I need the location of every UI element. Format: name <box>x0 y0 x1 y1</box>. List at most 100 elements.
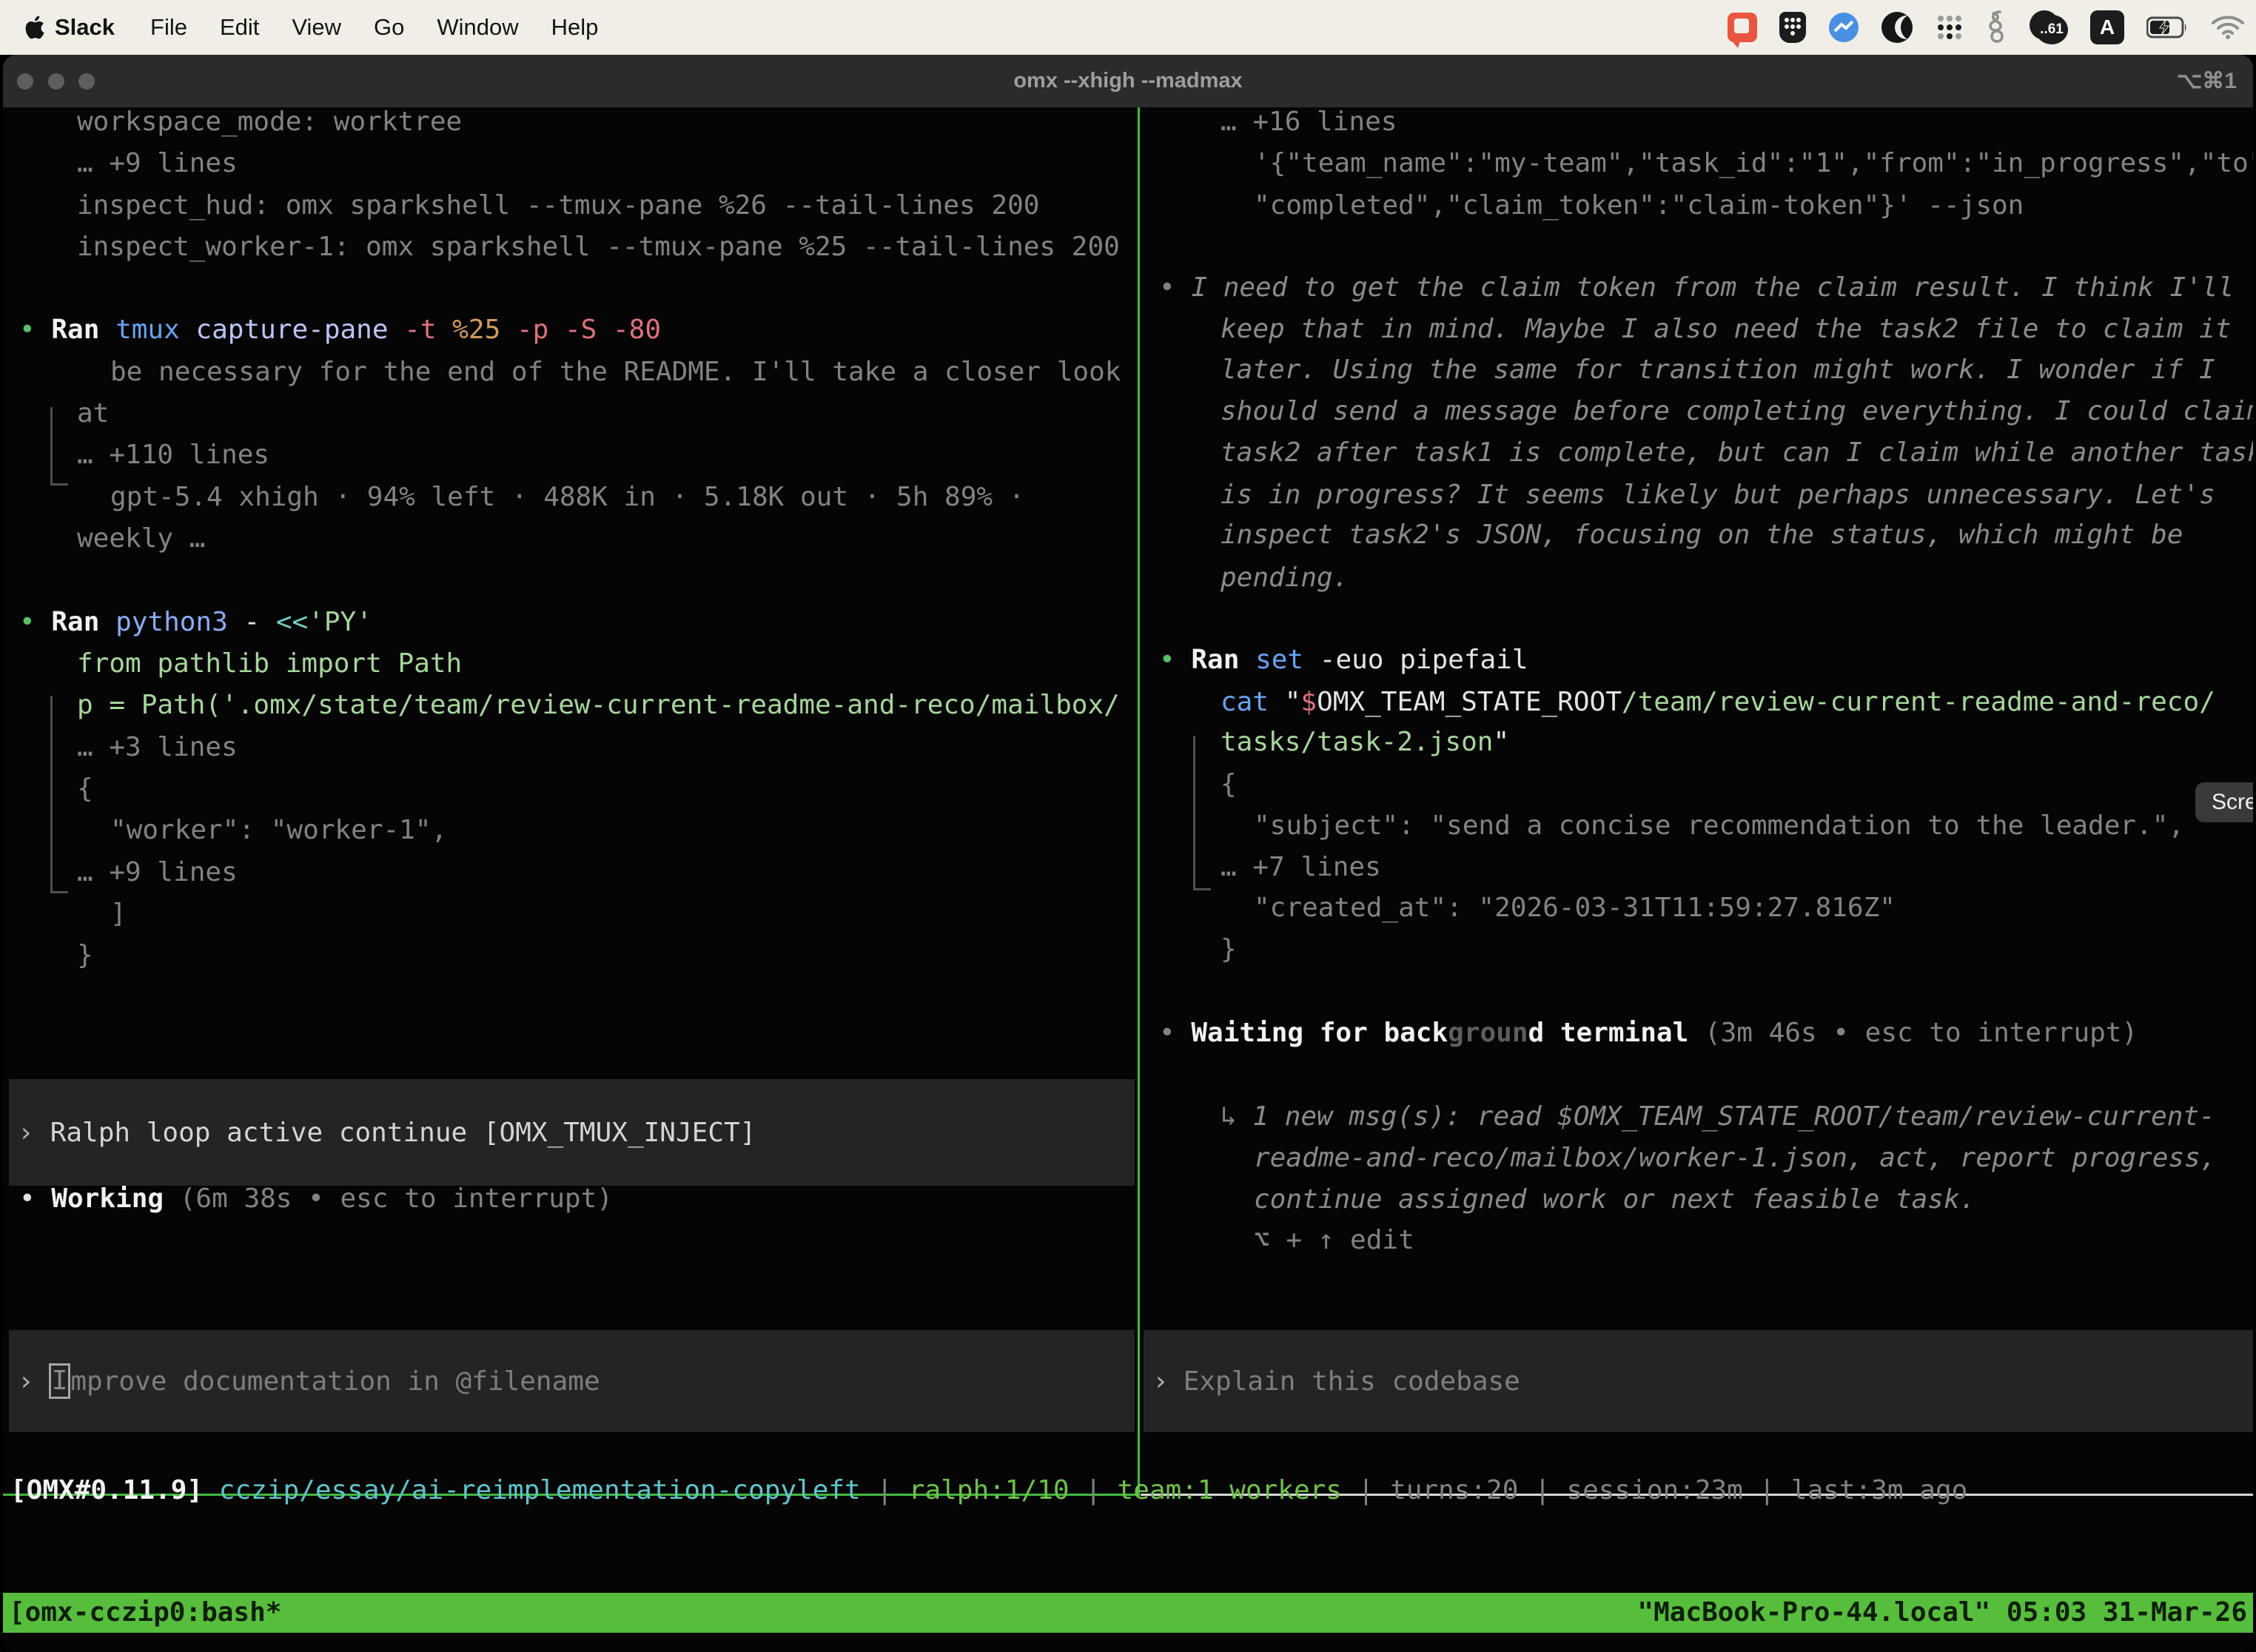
terminal-text-segment: readme-and-reco/mailbox/worker-1.json, a… <box>1254 1143 2216 1173</box>
menu-item-go[interactable]: Go <box>374 14 404 41</box>
terminal-text-segment: | <box>861 1475 909 1505</box>
terminal-content[interactable]: workspace_mode: worktree… +9 linesinspec… <box>3 107 2253 1652</box>
badge-61-icon[interactable]: ..61 <box>2030 10 2068 44</box>
badge-61-label: ..61 <box>2035 15 2068 44</box>
terminal-text-segment: • <box>19 1183 51 1214</box>
terminal-text-segment: /team/review-current-readme-and-reco/ <box>1622 687 2215 717</box>
battery-icon[interactable] <box>2146 16 2189 38</box>
window-titlebar[interactable]: omx --xhigh --madmax ⌥⌘1 <box>3 55 2253 107</box>
terminal-text-segment: | <box>1070 1475 1118 1505</box>
right-pane-input[interactable]: › Explain this codebase <box>1144 1330 2253 1432</box>
menu-item-edit[interactable]: Edit <box>220 14 259 41</box>
menu-item-slack[interactable]: Slack <box>55 14 115 41</box>
terminal-text-segment: "completed","claim_token":"claim-token"}… <box>1254 190 2024 221</box>
right-pane-line: continue assigned work or next feasible … <box>1254 1179 1975 1220</box>
terminal-text-segment: cat <box>1221 687 1285 717</box>
terminal-text-segment: from pathlib import Path <box>77 648 462 679</box>
ralph-loop-banner: › Ralph loop active continue [OMX_TMUX_I… <box>9 1079 1135 1186</box>
terminal-text-segment: [OMX#0.11.9] <box>10 1475 203 1505</box>
terminal-text-segment: d terminal <box>1528 1018 1689 1048</box>
menu-item-help[interactable]: Help <box>551 14 599 41</box>
menu-status-icons: ..61 A <box>1728 10 2244 44</box>
terminal-text-segment: Ran <box>51 315 115 345</box>
apple-logo-icon[interactable] <box>25 16 44 39</box>
shield-grid-icon[interactable] <box>1779 12 1806 43</box>
terminal-text-segment: Waiting for back <box>1191 1018 1448 1048</box>
left-pane-line: • Ran python3 - <<'PY' <box>19 602 372 643</box>
terminal-text-segment <box>203 1475 219 1505</box>
dark-crescent-icon[interactable] <box>1881 12 1913 43</box>
terminal-text-segment: python3 <box>115 607 244 637</box>
terminal-text-segment: " <box>1493 727 1509 757</box>
terminal-text-segment: "subject": "send a concise recommendatio… <box>1254 810 2184 841</box>
left-input-placeholder: mprove documentation in @filename <box>70 1366 600 1397</box>
terminal-text-segment: Ran <box>1191 645 1255 675</box>
output-connector <box>50 696 53 893</box>
terminal-text-segment: p = Path('.omx/state/team/review-current… <box>77 690 1120 720</box>
right-pane-line: "created_at": "2026-03-31T11:59:27.816Z" <box>1254 887 1896 929</box>
terminal-text-segment: inspect_hud: omx sparkshell --tmux-pane … <box>77 190 1039 221</box>
output-connector <box>50 483 68 486</box>
right-pane-line: cat "$OMX_TEAM_STATE_ROOT/team/review-cu… <box>1221 682 2215 723</box>
prompt-chevron: › <box>1152 1366 1169 1397</box>
squiggle-icon[interactable] <box>1987 10 2007 44</box>
terminal-text-segment: groun <box>1448 1018 1528 1048</box>
menu-item-file[interactable]: File <box>150 14 187 41</box>
terminal-text-segment: $ <box>1300 687 1317 717</box>
dots-grid-icon[interactable] <box>1935 13 1964 42</box>
terminal-text-segment: gpt-5.4 xhigh · 94% left · 488K in · 5.1… <box>110 482 1024 512</box>
pane-divider[interactable] <box>1138 107 1140 1496</box>
left-pane-line: be necessary for the end of the README. … <box>110 352 1121 393</box>
right-pane-line: "subject": "send a concise recommendatio… <box>1254 805 2184 847</box>
terminal-text-segment: … +110 lines <box>77 440 269 470</box>
terminal-window: omx --xhigh --madmax ⌥⌘1 workspace_mode:… <box>3 55 2253 1652</box>
window-title: omx --xhigh --madmax <box>3 55 2253 107</box>
terminal-text-segment: -euo pipefail <box>1320 645 1528 675</box>
left-pane-line: inspect_worker-1: omx sparkshell --tmux-… <box>77 226 1120 268</box>
tmux-host-clock: "MacBook-Pro-44.local" 05:03 31-Mar-26 <box>1637 1593 2247 1633</box>
terminal-text-segment: { <box>77 773 93 804</box>
left-pane-line: from pathlib import Path <box>77 643 462 685</box>
input-source-icon[interactable]: A <box>2090 10 2124 44</box>
right-pane-line: ↳ 1 new msg(s): read $OMX_TEAM_STATE_ROO… <box>1221 1096 2215 1138</box>
terminal-text-segment: • <box>19 315 51 345</box>
screen-tooltip: Scre <box>2195 782 2253 822</box>
terminal-text-segment: } <box>1221 934 1237 964</box>
right-pane-line: ⌥ + ↑ edit <box>1254 1220 1414 1261</box>
terminal-text-segment: weekly … <box>77 523 205 554</box>
terminal-text-segment: ] <box>110 899 127 929</box>
left-pane-line: ] <box>110 893 127 935</box>
terminal-text-segment: turns:20 <box>1390 1475 1518 1505</box>
terminal-text-segment: '{"team_name":"my-team","task_id":"1","f… <box>1254 148 2253 178</box>
right-pane-line: is in progress? It seems likely but perh… <box>1221 474 2215 516</box>
terminal-text-segment: set <box>1255 645 1320 675</box>
right-pane-line: … +7 lines <box>1221 847 1381 888</box>
wifi-icon[interactable] <box>2212 16 2244 39</box>
terminal-text-segment: ↳ <box>1221 1101 1252 1132</box>
chat-icon[interactable] <box>1728 13 1757 42</box>
terminal-text-segment: keep that in mind. Maybe I also need the… <box>1221 314 2231 344</box>
left-pane-line: workspace_mode: worktree <box>77 101 462 143</box>
left-pane-line: } <box>77 935 93 976</box>
terminal-text-segment: Ran <box>51 607 115 637</box>
right-pane-line: { <box>1221 764 1237 805</box>
prompt-chevron: › <box>18 1118 34 1148</box>
terminal-text-segment: tasks/task-2.json <box>1221 727 1493 757</box>
menu-item-view[interactable]: View <box>292 14 341 41</box>
menu-item-window[interactable]: Window <box>437 14 518 41</box>
terminal-text-segment: • <box>1159 1018 1191 1048</box>
right-pane-line: keep that in mind. Maybe I also need the… <box>1221 309 2231 350</box>
left-pane-line: gpt-5.4 xhigh · 94% left · 488K in · 5.1… <box>110 477 1024 518</box>
left-pane-input[interactable]: › I mprove documentation in @filename <box>9 1330 1135 1432</box>
terminal-text-segment: is in progress? It seems likely but perh… <box>1221 480 2215 510</box>
left-pane-line: … +3 lines <box>77 727 238 768</box>
ralph-loop-text: Ralph loop active continue [OMX_TMUX_INJ… <box>50 1118 756 1148</box>
input-source-label: A <box>2100 16 2115 39</box>
left-pane-line: … +9 lines <box>77 852 238 893</box>
messenger-icon[interactable] <box>1828 12 1859 43</box>
terminal-text-segment: cczip/essay/ai-reimplementation-copyleft <box>219 1475 861 1505</box>
window-shortcut-badge: ⌥⌘1 <box>2177 55 2237 107</box>
terminal-text-segment: pending. <box>1221 563 1349 593</box>
terminal-text-segment: at <box>77 398 109 429</box>
right-pane-line: inspect task2's JSON, focusing on the st… <box>1221 514 2183 556</box>
